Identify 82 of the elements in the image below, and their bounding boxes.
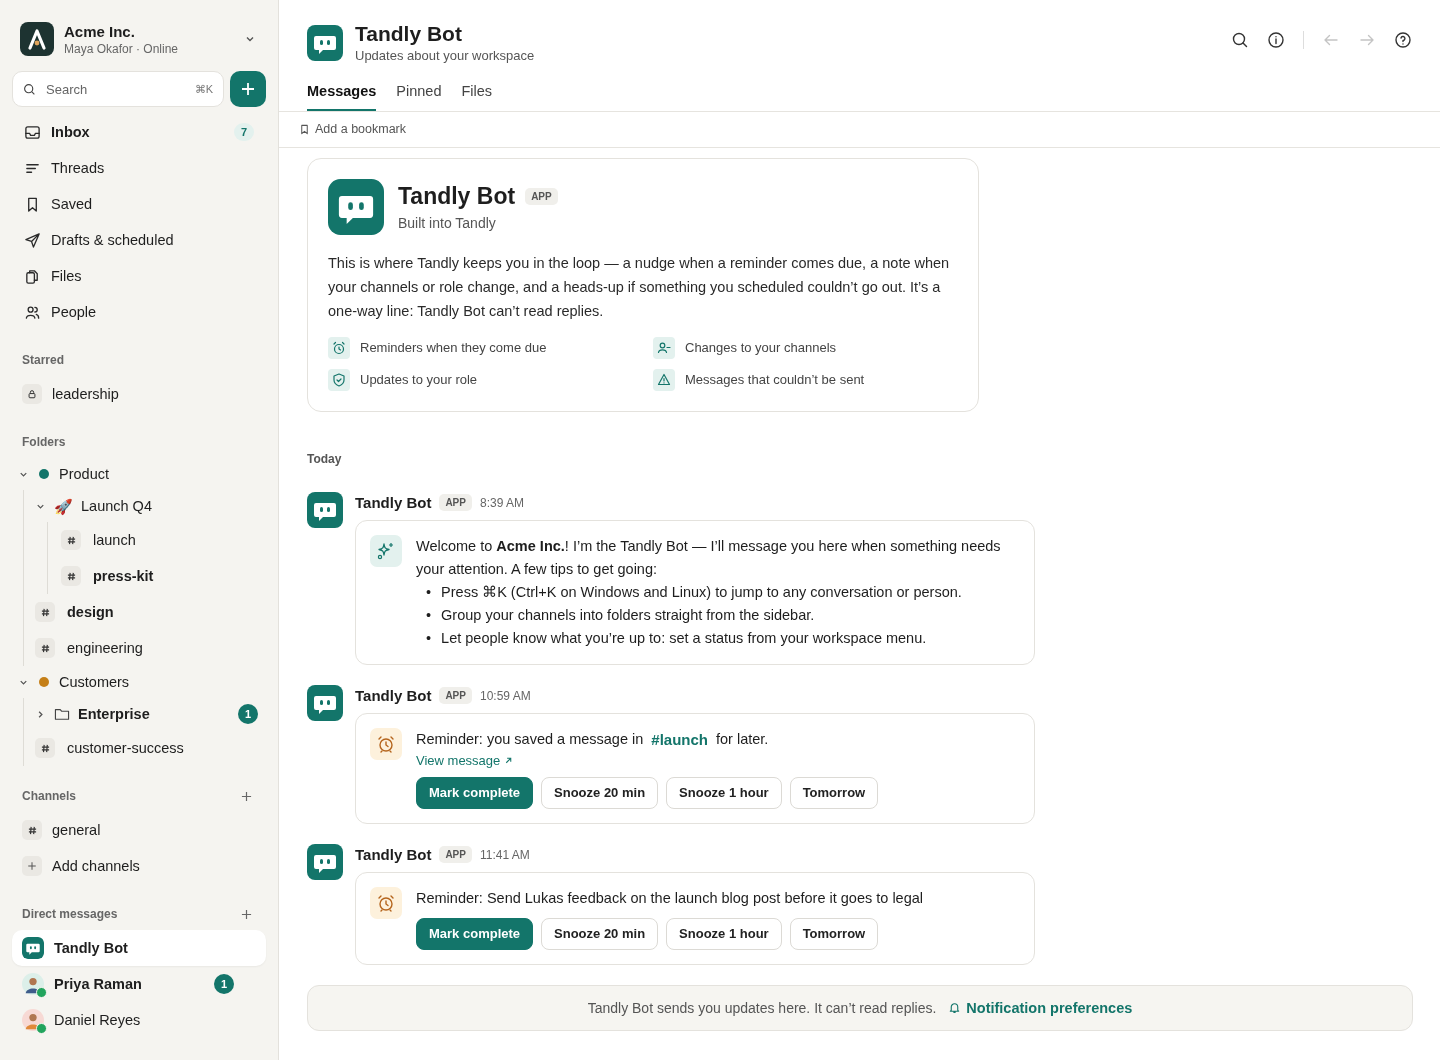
description: This is where Tandly keeps you in the loop — a nudge when a reminder comes due, a note when your channels or role change, and a heads-up if something you scheduled couldn’t go out. It’s a one-way line: Tandly Bot can’t read replies. xyxy=(328,253,951,321)
rocket-emoji: 🚀 xyxy=(54,498,73,514)
action-button[interactable]: Tomorrow xyxy=(789,917,879,950)
dm-item[interactable]: Priya Raman 1 xyxy=(12,966,266,1002)
app-badge: APP xyxy=(439,687,472,704)
notification-preferences-link[interactable]: Notification preferences xyxy=(948,999,1133,1016)
shortcut-hint: ⌘K xyxy=(194,82,213,96)
sender-name: Tandly Bot xyxy=(355,846,432,863)
add-bookmark-button[interactable]: Add a bookmark xyxy=(299,120,407,138)
tab[interactable]: Pinned xyxy=(396,77,442,111)
action-button[interactable]: Snooze 20 min xyxy=(541,917,659,950)
message-text: Reminder: Send Lukas feedback on the launch blog post before it goes to legal xyxy=(416,888,924,908)
channel-item[interactable]: launch xyxy=(61,522,266,558)
message-text: for later. xyxy=(716,729,769,749)
folder-item[interactable]: 🚀 Launch Q4 xyxy=(35,490,266,522)
channel-item[interactable]: customer-success xyxy=(35,730,266,766)
bullet: • xyxy=(426,582,432,602)
day-label: Today xyxy=(307,451,343,466)
nav-item[interactable]: People xyxy=(12,294,266,330)
channel-link[interactable]: #launch xyxy=(649,727,710,751)
search-input[interactable]: Search xyxy=(44,80,187,98)
tip-text: Group your channels into folders straight from the sidebar. xyxy=(441,605,815,625)
primary-action-button[interactable]: Mark complete xyxy=(416,776,534,809)
channel-item[interactable]: press-kit xyxy=(61,558,266,594)
tab[interactable]: Files xyxy=(461,77,493,111)
count-badge: 1 xyxy=(214,974,234,994)
nav-item[interactable]: Threads xyxy=(12,150,266,186)
folder-item[interactable]: Product xyxy=(12,458,266,490)
sender-name: Tandly Bot xyxy=(355,687,432,704)
timestamp: 11:41 AM xyxy=(479,847,530,862)
channel-item[interactable]: design xyxy=(35,594,266,630)
folder-item[interactable]: Customers xyxy=(12,666,266,698)
folder-item[interactable]: Enterprise 1 xyxy=(35,698,266,730)
search-field[interactable]: Search ⌘K xyxy=(12,71,224,107)
bot-name: Tandly Bot xyxy=(398,182,516,210)
bullet: • xyxy=(426,628,432,648)
feature-text: Messages that couldn’t be sent xyxy=(685,372,865,387)
channel-item[interactable]: Add channels xyxy=(12,848,266,884)
nav-item[interactable]: Inbox 7 xyxy=(12,114,266,150)
primary-action-button[interactable]: Mark complete xyxy=(416,917,534,950)
workspace-name: Acme Inc. xyxy=(64,22,136,40)
channel-subtitle: Updates about your workspace xyxy=(355,48,536,63)
feature-text: Changes to your channels xyxy=(685,340,837,355)
feature-text: Updates to your role xyxy=(360,372,478,387)
channel-item[interactable]: general xyxy=(12,812,266,848)
channel-title: Tandly Bot xyxy=(355,22,463,46)
app-badge: APP xyxy=(439,494,472,511)
feature-text: Reminders when they come due xyxy=(360,340,547,355)
timestamp: 8:39 AM xyxy=(479,495,524,510)
action-button[interactable]: Snooze 1 hour xyxy=(666,776,782,809)
footer-note: Tandly Bot sends you updates here. It can’t read replies. xyxy=(587,999,937,1016)
nav-item[interactable]: Saved xyxy=(12,186,266,222)
bot-subtitle: Built into Tandly xyxy=(398,214,497,231)
nav-item[interactable]: Files xyxy=(12,258,266,294)
section-heading: Direct messages xyxy=(22,907,118,921)
tip-text: Let people know what you’re up to: set a status from your workspace menu. xyxy=(441,628,927,648)
nav-item[interactable]: Drafts & scheduled xyxy=(12,222,266,258)
channel-item[interactable]: engineering xyxy=(35,630,266,666)
folder-name: Customers xyxy=(59,674,130,690)
timestamp: 10:59 AM xyxy=(479,688,531,703)
action-button[interactable]: Snooze 1 hour xyxy=(666,917,782,950)
action-button[interactable]: Tomorrow xyxy=(789,776,879,809)
tab[interactable]: Messages xyxy=(307,77,377,111)
sender-name: Tandly Bot xyxy=(355,494,432,511)
dm-item[interactable]: Tandly Bot xyxy=(12,930,266,966)
app-badge: APP xyxy=(525,187,558,205)
app-badge: APP xyxy=(439,846,472,863)
section-heading: Folders xyxy=(22,435,66,449)
dm-item[interactable]: Daniel Reyes xyxy=(12,1002,266,1038)
action-button[interactable]: Snooze 20 min xyxy=(541,776,659,809)
section-heading: Channels xyxy=(22,789,76,803)
channel-item[interactable]: leadership xyxy=(12,376,266,412)
count-badge: 1 xyxy=(238,704,258,724)
folder-name: Product xyxy=(59,466,109,482)
tip-text: Press ⌘K (Ctrl+K on Windows and Linux) to jump to any conversation or person. xyxy=(441,582,962,602)
message-text: Welcome to Acme Inc.! I’m the Tandly Bot — I’ll message you here when something needs your attention. A few tips to get going: xyxy=(416,536,1002,579)
count-badge: 7 xyxy=(233,123,254,141)
message-text: Reminder: you saved a message in xyxy=(416,729,644,749)
section-heading: Starred xyxy=(22,353,65,367)
view-message-link[interactable]: View message xyxy=(416,752,514,768)
user-status: Maya Okafor · Online xyxy=(64,41,180,56)
bullet: • xyxy=(426,605,432,625)
